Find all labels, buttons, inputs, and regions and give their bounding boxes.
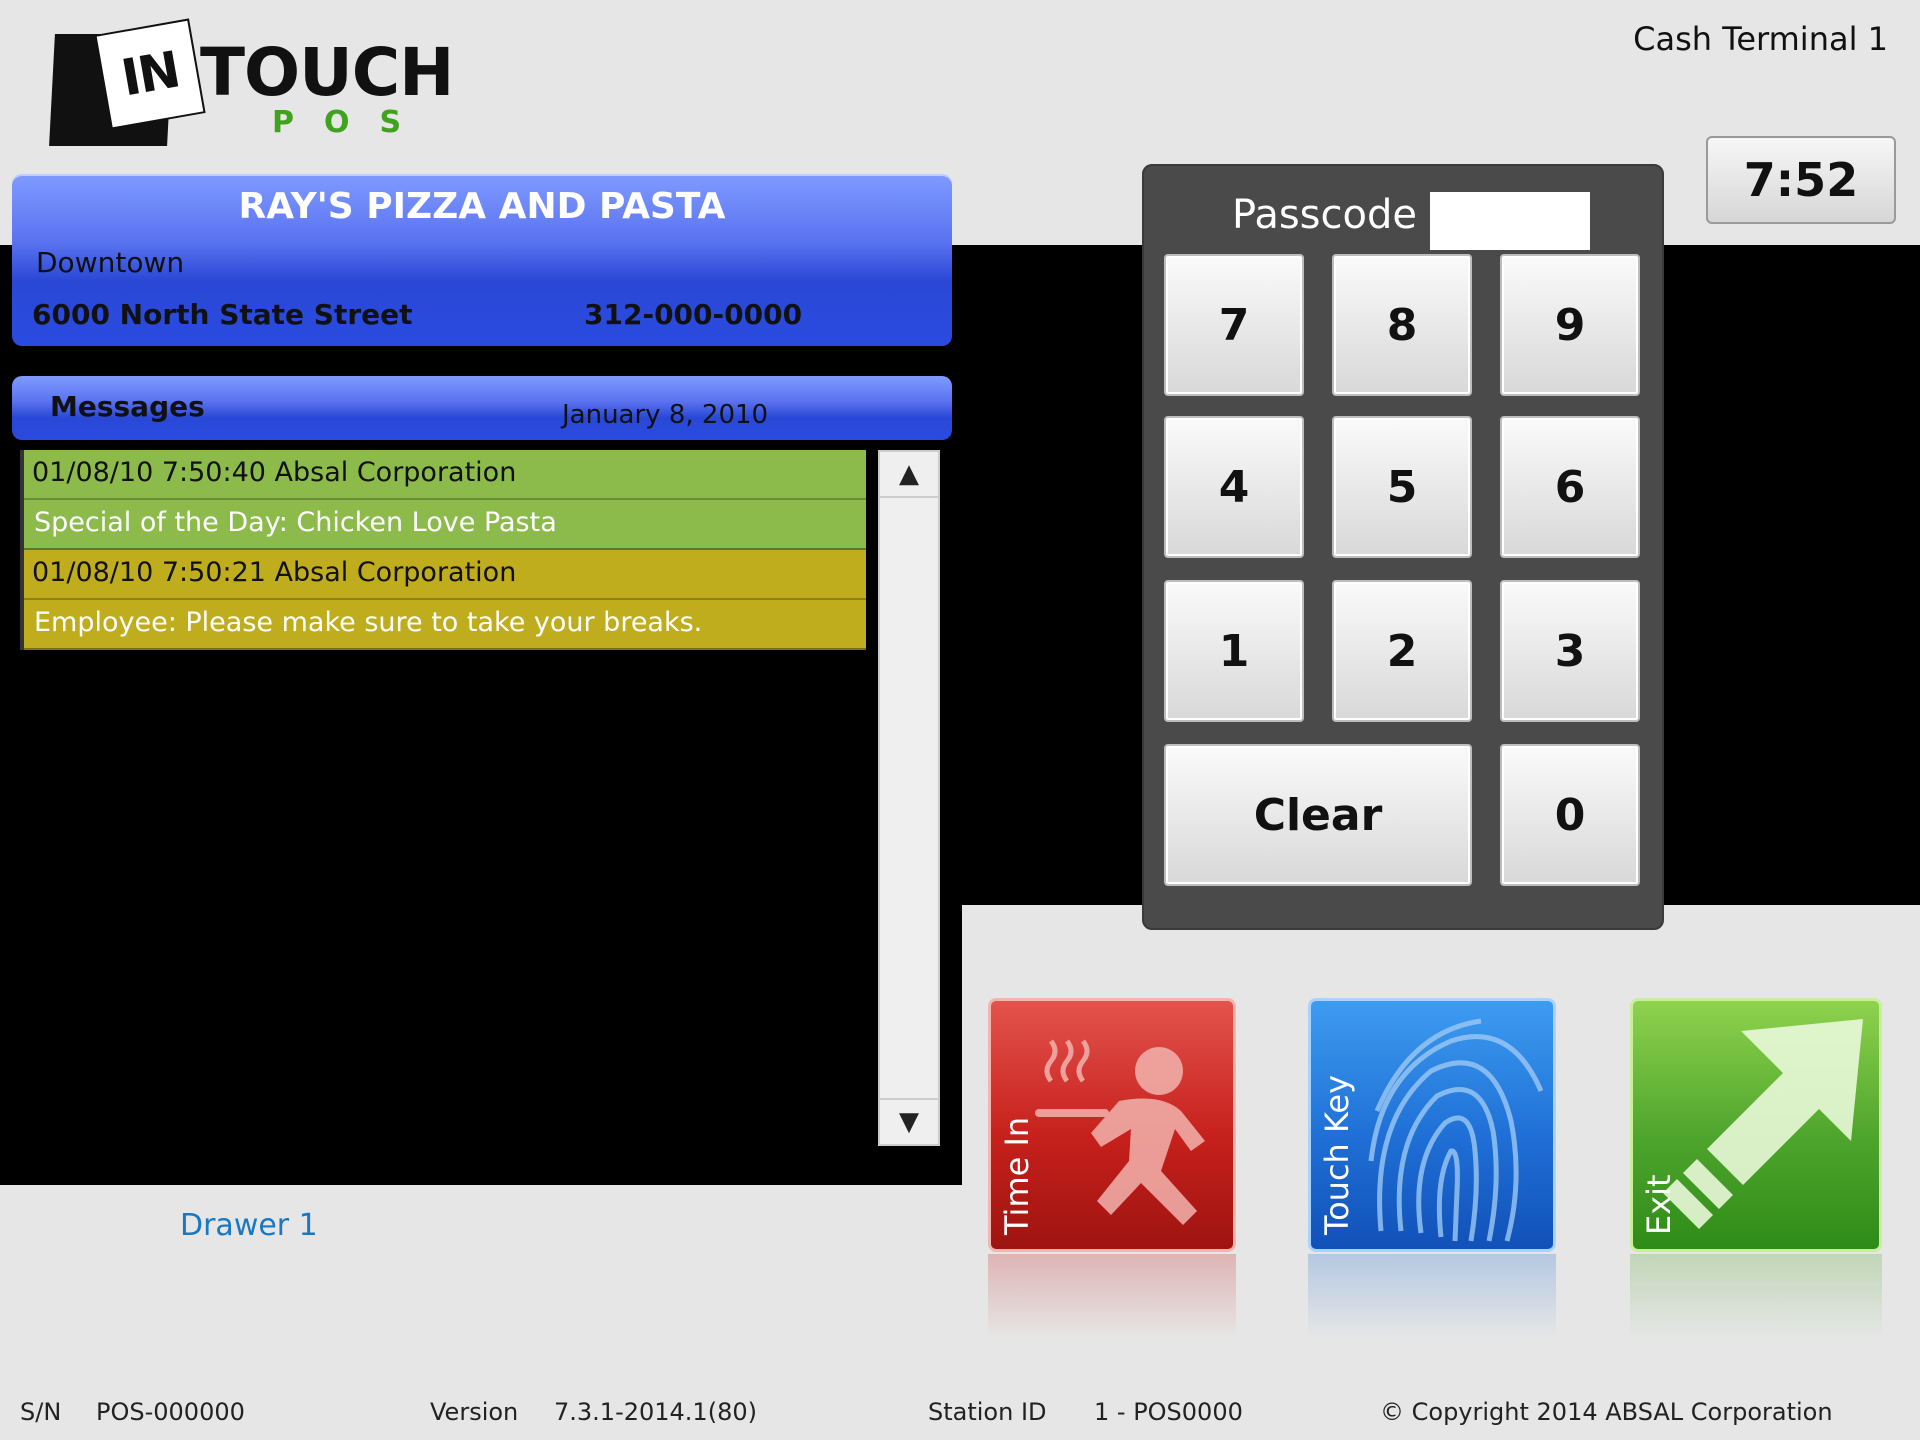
version-label: Version [430,1398,519,1426]
store-area: Downtown [36,246,185,279]
exit-button[interactable]: Exit [1630,998,1882,1252]
logo-touch-text: TOUCH [200,34,454,111]
messages-list: 01/08/10 7:50:40 Absal Corporation Speci… [20,450,866,650]
drawer-label: Drawer 1 [180,1208,318,1243]
message-item[interactable]: 01/08/10 7:50:40 Absal Corporation Speci… [20,450,866,550]
store-name: RAY'S PIZZA AND PASTA [238,186,726,227]
key-0[interactable]: 0 [1500,744,1640,886]
messages-date: January 8, 2010 [562,400,769,430]
touch-key-label: Touch Key [1318,1074,1356,1235]
message-header: 01/08/10 7:50:21 Absal Corporation [24,550,866,600]
messages-scrollbar[interactable]: ▲ ▼ [878,450,940,1146]
key-4[interactable]: 4 [1164,416,1304,558]
key-8[interactable]: 8 [1332,254,1472,396]
key-3[interactable]: 3 [1500,580,1640,722]
key-5[interactable]: 5 [1332,416,1472,558]
store-address: 6000 North State Street [32,298,413,331]
serial-number-value: POS-000000 [96,1398,245,1426]
exit-reflection [1630,1254,1882,1338]
exit-label: Exit [1640,1174,1678,1235]
key-9[interactable]: 9 [1500,254,1640,396]
clock-display: 7:52 [1706,136,1896,224]
passcode-input[interactable] [1430,192,1590,250]
arrow-down-icon: ▼ [899,1107,919,1137]
terminal-name: Cash Terminal 1 [1633,20,1888,58]
station-id-label: Station ID [928,1398,1047,1426]
version-value: 7.3.1-2014.1(80) [554,1398,757,1426]
time-in-button[interactable]: Time In [988,998,1236,1252]
logo-pos-text: POS [272,105,432,140]
scroll-down-button[interactable]: ▼ [880,1098,938,1144]
touch-key-button[interactable]: Touch Key [1308,998,1556,1252]
key-7[interactable]: 7 [1164,254,1304,396]
key-6[interactable]: 6 [1500,416,1640,558]
station-id-value: 1 - POS0000 [1094,1398,1243,1426]
scroll-up-button[interactable]: ▲ [880,452,938,498]
passcode-keypad: Passcode 7 8 9 4 5 6 1 2 3 Clear 0 [1142,164,1664,930]
message-body: Employee: Please make sure to take your … [24,600,866,650]
message-header: 01/08/10 7:50:40 Absal Corporation [24,450,866,500]
store-info-panel: RAY'S PIZZA AND PASTA Downtown 6000 Nort… [12,174,952,346]
key-2[interactable]: 2 [1332,580,1472,722]
logo-white-square: IN [96,20,204,128]
time-in-reflection [988,1254,1236,1338]
message-item[interactable]: 01/08/10 7:50:21 Absal Corporation Emplo… [20,550,866,650]
passcode-label: Passcode [1232,192,1417,238]
messages-title: Messages [50,390,205,423]
touch-key-reflection [1308,1254,1556,1338]
store-phone: 312-000-0000 [584,298,803,331]
message-body: Special of the Day: Chicken Love Pasta [24,500,866,550]
logo-in-text: IN [117,40,183,108]
messages-header: Messages January 8, 2010 [12,376,952,440]
time-in-label: Time In [998,1116,1036,1235]
key-1[interactable]: 1 [1164,580,1304,722]
arrow-up-icon: ▲ [899,459,919,489]
clear-button[interactable]: Clear [1164,744,1472,886]
intouch-pos-logo: IN TOUCH POS [49,20,472,150]
copyright-text: © Copyright 2014 ABSAL Corporation [1380,1398,1833,1426]
serial-number-label: S/N [20,1398,62,1426]
